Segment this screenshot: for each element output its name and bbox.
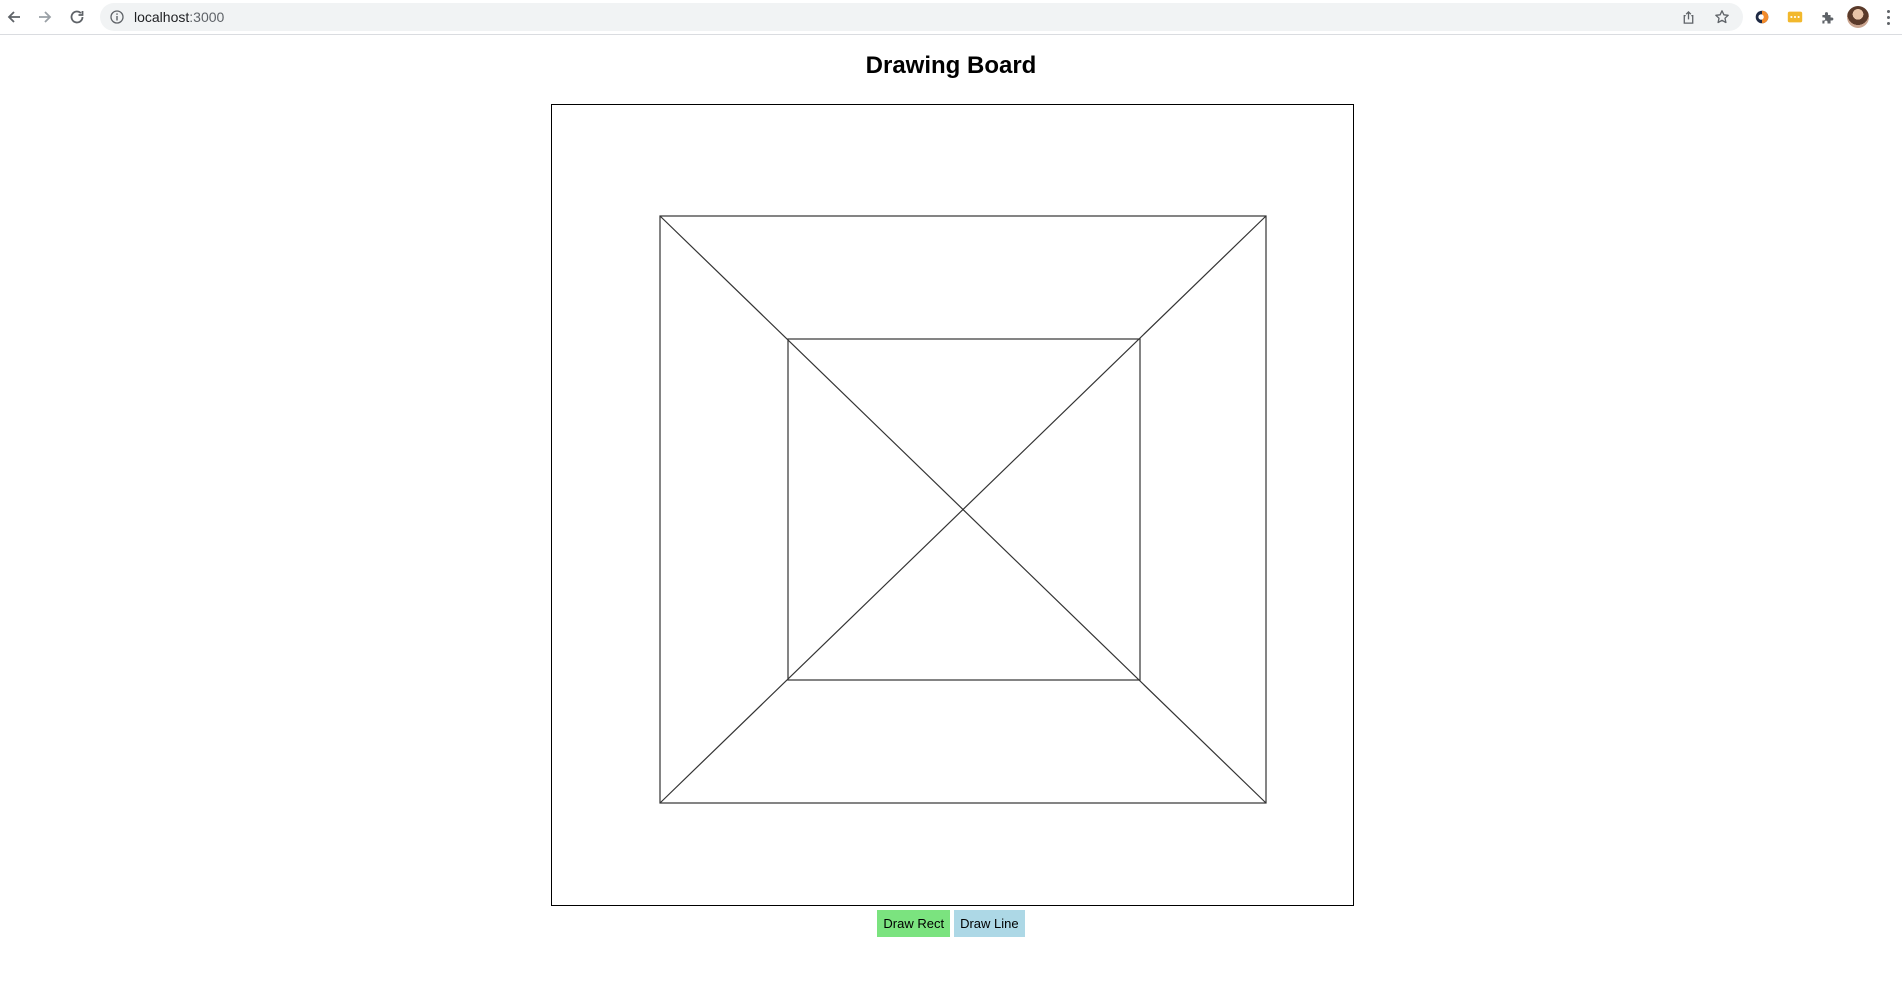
url-text[interactable]: localhost:3000 xyxy=(134,3,224,31)
extension-icon xyxy=(1787,11,1803,23)
star-icon xyxy=(1715,10,1729,24)
share-icon xyxy=(1683,10,1693,24)
inner-rectangle xyxy=(787,338,1141,681)
drawing-surface xyxy=(659,215,1267,804)
toolbar-buttons: Draw Rect Draw Line xyxy=(0,910,1902,937)
avatar[interactable] xyxy=(1847,6,1869,28)
more-vert-icon[interactable] xyxy=(1880,7,1896,27)
url-host: localhost xyxy=(134,9,190,25)
draw-line-button[interactable]: Draw Line xyxy=(954,910,1025,937)
bookmark-button[interactable] xyxy=(1712,7,1732,27)
forward-button[interactable] xyxy=(32,4,58,30)
reload-icon xyxy=(70,10,84,24)
info-icon[interactable] xyxy=(110,10,124,24)
share-button[interactable] xyxy=(1678,7,1698,27)
forward-arrow-icon xyxy=(39,11,52,23)
draw-rect-button[interactable]: Draw Rect xyxy=(877,910,951,937)
url-port: :3000 xyxy=(189,9,225,25)
back-button[interactable] xyxy=(1,4,27,30)
extensions-button[interactable] xyxy=(1817,7,1837,27)
extension-icon xyxy=(1755,10,1769,24)
browser-toolbar: localhost:3000 xyxy=(0,0,1902,35)
address-bar[interactable]: localhost:3000 xyxy=(100,3,1743,31)
extension-2-button[interactable] xyxy=(1785,7,1805,27)
back-arrow-icon xyxy=(7,11,20,23)
puzzle-icon xyxy=(1821,11,1833,23)
drawing-canvas[interactable] xyxy=(551,104,1354,906)
reload-button[interactable] xyxy=(64,4,90,30)
page-title: Drawing Board xyxy=(865,52,1037,79)
extension-1-button[interactable] xyxy=(1752,7,1772,27)
